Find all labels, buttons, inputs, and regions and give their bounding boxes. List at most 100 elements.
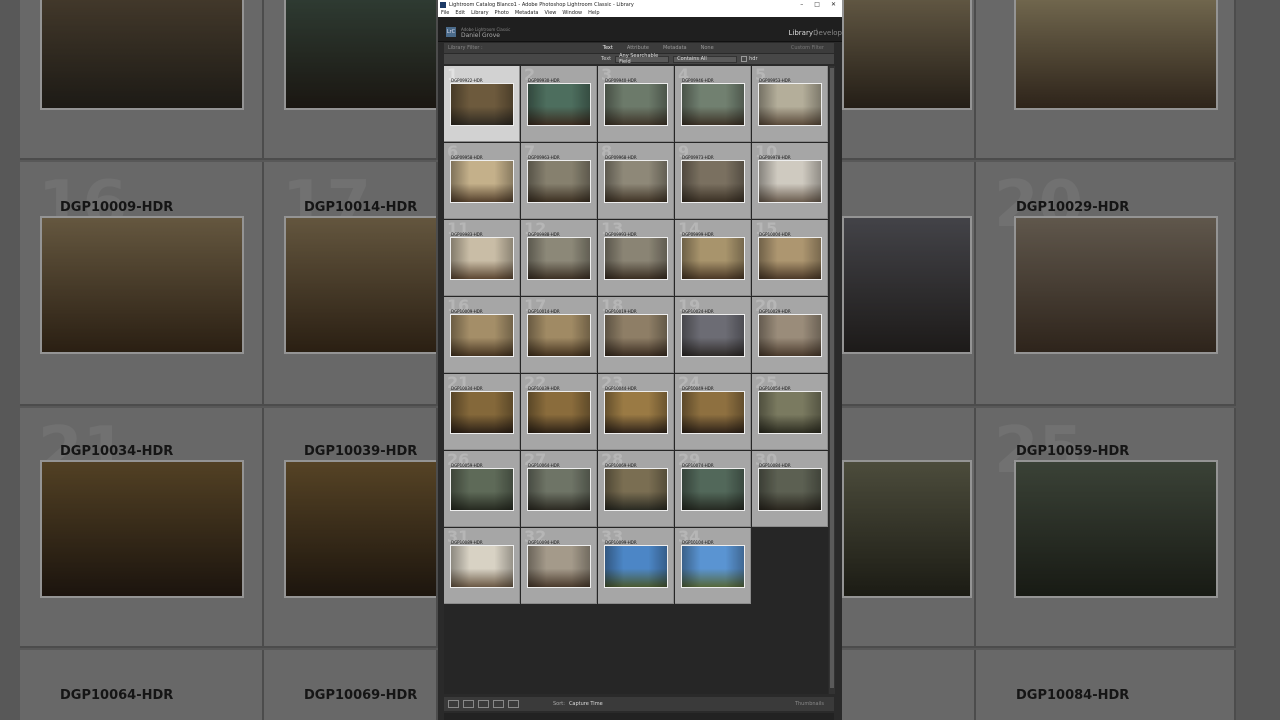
- menu-help[interactable]: Help: [588, 10, 599, 16]
- grid-cell[interactable]: 3 DGP09940-HDR: [598, 66, 674, 142]
- grid-cell[interactable]: 1 DGP09922-HDR: [444, 66, 520, 142]
- people-view-icon[interactable]: [508, 700, 519, 708]
- photo-thumbnail[interactable]: [527, 237, 591, 280]
- rule-select[interactable]: Contains All: [673, 55, 738, 63]
- grid-cell[interactable]: 21 DGP10034-HDR: [444, 374, 520, 450]
- photo-thumbnail[interactable]: [450, 83, 514, 126]
- photo-thumbnail[interactable]: [604, 160, 668, 203]
- grid-cell[interactable]: 18 DGP10019-HDR: [598, 297, 674, 373]
- photo-thumbnail[interactable]: [681, 160, 745, 203]
- tab-text[interactable]: Text: [603, 45, 613, 51]
- tab-attribute[interactable]: Attribute: [627, 45, 649, 51]
- close-button[interactable]: ✕: [831, 1, 836, 8]
- grid-cell[interactable]: 14 DGP09999-HDR: [675, 220, 751, 296]
- filter-preset[interactable]: Custom Filter: [791, 45, 824, 51]
- menu-library[interactable]: Library: [471, 10, 488, 16]
- grid-cell[interactable]: 2 DGP09930-HDR: [521, 66, 597, 142]
- photo-thumbnail[interactable]: [604, 314, 668, 357]
- bg-photo: [284, 216, 436, 354]
- grid-cell[interactable]: 34 DGP10104-HDR: [675, 528, 751, 604]
- search-input[interactable]: hdr: [749, 56, 757, 62]
- grid-cell[interactable]: 16 DGP10009-HDR: [444, 297, 520, 373]
- photo-thumbnail[interactable]: [758, 237, 822, 280]
- tab-none[interactable]: None: [701, 45, 714, 51]
- tab-metadata[interactable]: Metadata: [663, 45, 687, 51]
- grid-scrollbar[interactable]: [829, 66, 835, 694]
- photo-thumbnail[interactable]: [758, 160, 822, 203]
- grid-cell[interactable]: 15 DGP10004-HDR: [752, 220, 828, 296]
- photo-thumbnail[interactable]: [604, 391, 668, 434]
- grid-cell[interactable]: 17 DGP10014-HDR: [521, 297, 597, 373]
- photo-thumbnail[interactable]: [450, 314, 514, 357]
- grid-cell[interactable]: 12 DGP09988-HDR: [521, 220, 597, 296]
- grid-cell[interactable]: 29 DGP10074-HDR: [675, 451, 751, 527]
- module-develop[interactable]: Develop: [813, 29, 842, 37]
- grid-cell[interactable]: 26 DGP10059-HDR: [444, 451, 520, 527]
- photo-thumbnail[interactable]: [758, 391, 822, 434]
- survey-view-icon[interactable]: [493, 700, 504, 708]
- photo-thumbnail[interactable]: [604, 237, 668, 280]
- grid-cell[interactable]: 24 DGP10049-HDR: [675, 374, 751, 450]
- grid-cell[interactable]: 22 DGP10039-HDR: [521, 374, 597, 450]
- grid-cell[interactable]: 9 DGP09973-HDR: [675, 143, 751, 219]
- grid-cell[interactable]: 19 DGP10024-HDR: [675, 297, 751, 373]
- photo-thumbnail[interactable]: [450, 237, 514, 280]
- searchable-field-select[interactable]: Any Searchable Field: [615, 53, 670, 65]
- maximize-button[interactable]: □: [814, 1, 820, 8]
- grid-cell[interactable]: 6 DGP09958-HDR: [444, 143, 520, 219]
- photo-thumbnail[interactable]: [681, 545, 745, 588]
- grid-cell[interactable]: 32 DGP10094-HDR: [521, 528, 597, 604]
- compare-view-icon[interactable]: [478, 700, 489, 708]
- menu-window[interactable]: Window: [562, 10, 582, 16]
- photo-thumbnail[interactable]: [450, 391, 514, 434]
- photo-thumbnail[interactable]: [527, 468, 591, 511]
- photo-thumbnail[interactable]: [758, 468, 822, 511]
- photo-thumbnail[interactable]: [681, 314, 745, 357]
- menu-edit[interactable]: Edit: [455, 10, 465, 16]
- grid-cell[interactable]: 28 DGP10069-HDR: [598, 451, 674, 527]
- sort-select[interactable]: Capture Time: [569, 701, 603, 707]
- grid-cell[interactable]: 5 DGP09953-HDR: [752, 66, 828, 142]
- grid-cell[interactable]: 23 DGP10044-HDR: [598, 374, 674, 450]
- menu-file[interactable]: File: [441, 10, 449, 16]
- grid-cell[interactable]: 20 DGP10029-HDR: [752, 297, 828, 373]
- photo-thumbnail[interactable]: [758, 314, 822, 357]
- grid-cell[interactable]: 33 DGP10099-HDR: [598, 528, 674, 604]
- grid-cell[interactable]: 25 DGP10054-HDR: [752, 374, 828, 450]
- photo-thumbnail[interactable]: [450, 160, 514, 203]
- grid-view-icon[interactable]: [448, 700, 459, 708]
- loupe-view-icon[interactable]: [463, 700, 474, 708]
- photo-thumbnail[interactable]: [604, 545, 668, 588]
- photo-thumbnail[interactable]: [450, 468, 514, 511]
- photo-thumbnail[interactable]: [681, 391, 745, 434]
- menu-view[interactable]: View: [545, 10, 557, 16]
- grid-cell[interactable]: 8 DGP09968-HDR: [598, 143, 674, 219]
- grid-cell[interactable]: 30 DGP10084-HDR: [752, 451, 828, 527]
- grid-cell[interactable]: 31 DGP10089-HDR: [444, 528, 520, 604]
- photo-thumbnail[interactable]: [604, 83, 668, 126]
- grid-cell[interactable]: 7 DGP09963-HDR: [521, 143, 597, 219]
- menu-metadata[interactable]: Metadata: [515, 10, 539, 16]
- photo-thumbnail[interactable]: [527, 545, 591, 588]
- photo-thumbnail[interactable]: [681, 468, 745, 511]
- grid-cell[interactable]: 27 DGP10064-HDR: [521, 451, 597, 527]
- photo-thumbnail[interactable]: [450, 545, 514, 588]
- module-library[interactable]: Library: [789, 29, 813, 37]
- photo-thumbnail[interactable]: [527, 83, 591, 126]
- grid-cell[interactable]: 4 DGP09946-HDR: [675, 66, 751, 142]
- photo-thumbnail[interactable]: [681, 83, 745, 126]
- grid-cell[interactable]: 10 DGP09978-HDR: [752, 143, 828, 219]
- photo-thumbnail[interactable]: [527, 391, 591, 434]
- minimize-button[interactable]: –: [800, 1, 803, 8]
- photo-thumbnail[interactable]: [681, 237, 745, 280]
- photo-thumbnail[interactable]: [604, 468, 668, 511]
- menu-photo[interactable]: Photo: [495, 10, 509, 16]
- photo-thumbnail[interactable]: [527, 160, 591, 203]
- bg-filename: DGP10029-HDR: [1016, 200, 1130, 215]
- scrollbar-thumb[interactable]: [830, 68, 834, 688]
- grid-cell[interactable]: 13 DGP09993-HDR: [598, 220, 674, 296]
- bg-photo: [284, 0, 436, 110]
- grid-cell[interactable]: 11 DGP09983-HDR: [444, 220, 520, 296]
- photo-thumbnail[interactable]: [758, 83, 822, 126]
- photo-thumbnail[interactable]: [527, 314, 591, 357]
